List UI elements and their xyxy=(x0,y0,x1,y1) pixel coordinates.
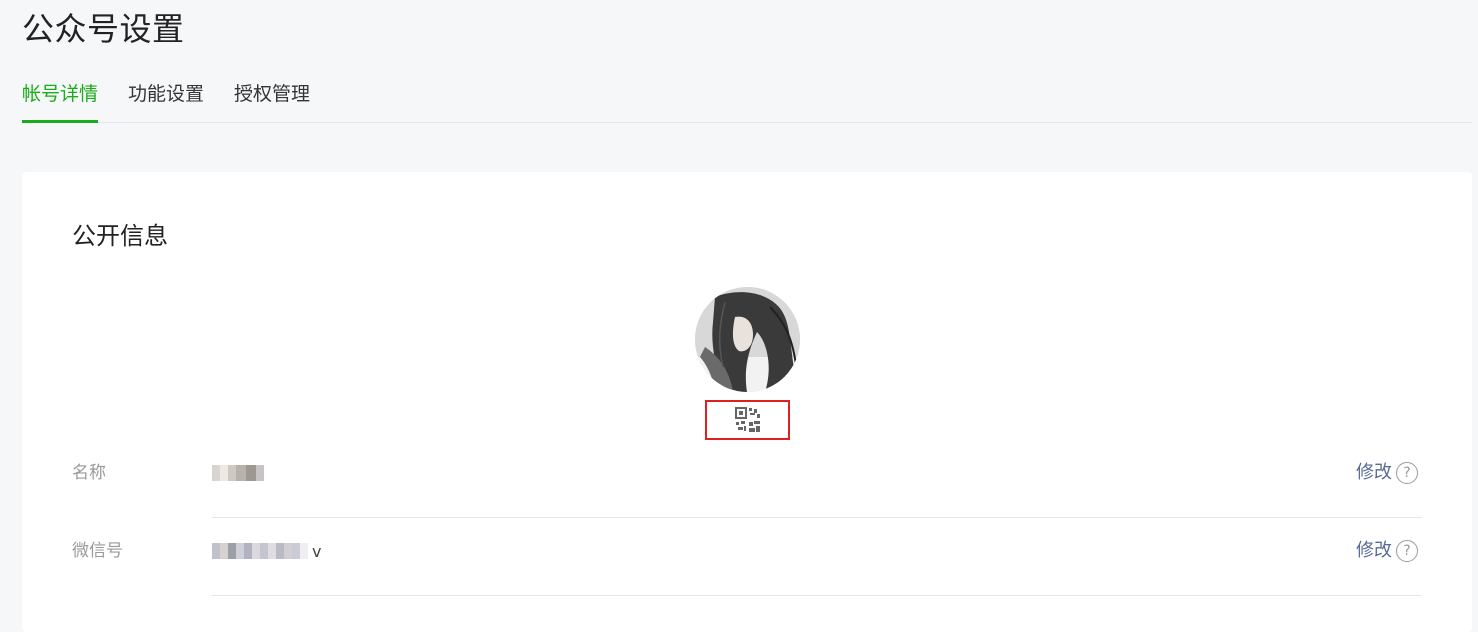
wechat-id-label: 微信号 xyxy=(72,541,123,561)
qrcode-icon xyxy=(734,407,760,432)
tab-authorization-management[interactable]: 授权管理 xyxy=(234,76,310,122)
section-title: 公开信息 xyxy=(72,222,168,250)
page-title: 公众号设置 xyxy=(22,10,185,48)
help-icon[interactable]: ? xyxy=(1396,462,1418,484)
divider xyxy=(212,595,1422,596)
public-info-card: 公开信息 名称 修改 ? 微信号 v 修改 ? xyxy=(22,172,1472,632)
wechat-id-action: 修改 ? xyxy=(1356,538,1418,564)
tab-feature-settings[interactable]: 功能设置 xyxy=(128,76,204,122)
name-action: 修改 ? xyxy=(1356,460,1418,486)
name-label: 名称 xyxy=(72,463,106,483)
help-icon[interactable]: ? xyxy=(1396,540,1418,562)
avatar-image xyxy=(695,287,800,392)
wechat-id-row: 微信号 v 修改 ? xyxy=(72,518,1422,596)
avatar xyxy=(695,287,800,392)
settings-tabs: 帐号详情 功能设置 授权管理 xyxy=(22,76,1472,123)
tab-account-details[interactable]: 帐号详情 xyxy=(22,76,99,123)
qrcode-button[interactable] xyxy=(705,400,790,440)
wechat-id-value-blurred: v xyxy=(212,542,321,561)
name-value-blurred xyxy=(212,464,268,482)
edit-wechat-id-link[interactable]: 修改 xyxy=(1356,538,1392,564)
name-row: 名称 修改 ? xyxy=(72,440,1422,518)
edit-name-link[interactable]: 修改 xyxy=(1356,460,1392,486)
